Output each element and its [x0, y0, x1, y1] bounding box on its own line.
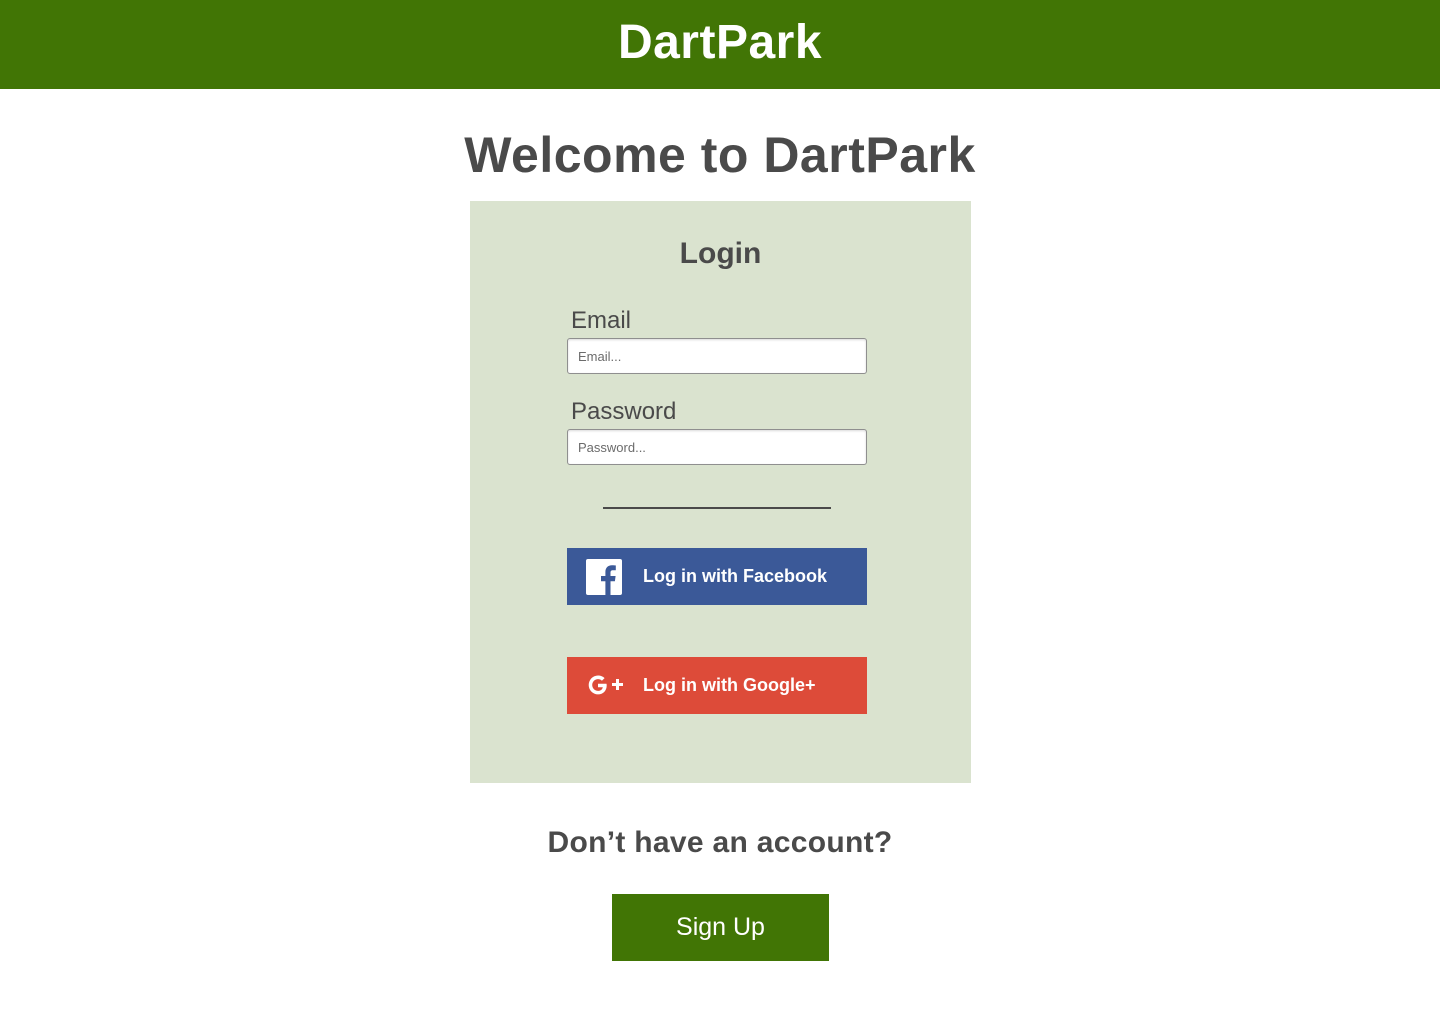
top-header-bar: DartPark: [0, 0, 1440, 89]
password-input[interactable]: [567, 429, 867, 465]
welcome-heading: Welcome to DartPark: [464, 127, 976, 183]
login-title: Login: [679, 237, 762, 270]
login-card: Login Email Password Log in with Faceboo…: [470, 201, 971, 783]
no-account-prompt: Don’t have an account?: [547, 826, 893, 859]
facebook-icon: [585, 558, 623, 596]
google-plus-login-label: Log in with Google+: [643, 675, 816, 695]
facebook-login-label: Log in with Facebook: [643, 566, 827, 586]
facebook-login-button[interactable]: Log in with Facebook: [567, 548, 867, 605]
google-plus-login-button[interactable]: Log in with Google+: [567, 657, 867, 714]
email-label: Email: [571, 307, 632, 334]
brand-title: DartPark: [617, 16, 823, 69]
email-input[interactable]: [567, 338, 867, 374]
sign-up-button[interactable]: Sign Up: [612, 894, 829, 961]
divider-line: [603, 507, 831, 509]
google-plus-icon: [585, 667, 629, 705]
password-label: Password: [571, 398, 677, 425]
